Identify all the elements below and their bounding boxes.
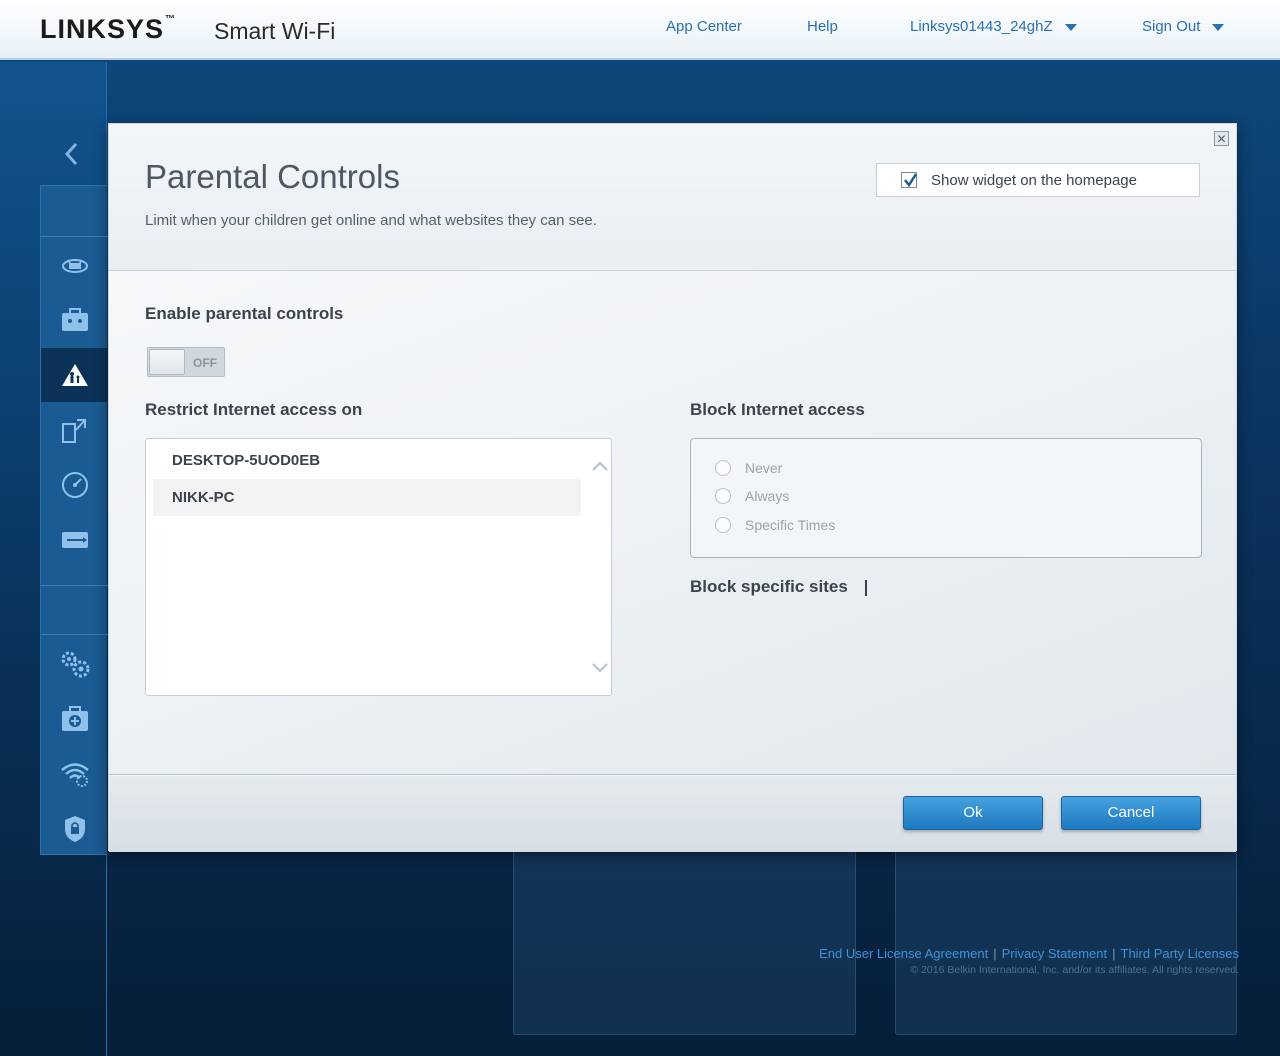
copyright-text: © 2016 Belkin International, Inc. and/or… [910, 964, 1239, 976]
trademark-mark: ™ [165, 14, 177, 25]
restrict-access-label: Restrict Internet access on [145, 400, 363, 419]
radio-label: Never [745, 460, 783, 476]
nav-help[interactable]: Help [807, 18, 838, 35]
block-sites-label: Block specific sites [690, 577, 848, 596]
chevron-down-icon [1064, 23, 1077, 31]
dialog-footer: Ok Cancel [109, 776, 1236, 852]
divider [41, 634, 108, 635]
chevron-down-icon [1212, 23, 1225, 31]
text-cursor [865, 580, 867, 596]
radio-label: Always [745, 488, 790, 504]
device-list[interactable]: DESKTOP-5UOD0EB NIKK-PC [145, 438, 612, 696]
show-widget-label: Show widget on the homepage [931, 171, 1137, 189]
footer-link-privacy[interactable]: Privacy Statement [1002, 946, 1108, 961]
nav-app-center[interactable]: App Center [666, 18, 742, 35]
footer-links: End User License Agreement | Privacy State… [819, 946, 1239, 961]
scroll-up-icon[interactable] [591, 457, 609, 475]
show-widget-option[interactable]: Show widget on the homepage [876, 163, 1200, 197]
background-widget-left [513, 840, 856, 1035]
wireless-icon[interactable] [41, 747, 108, 801]
network-map-icon[interactable] [41, 238, 108, 292]
divider: | [1112, 946, 1116, 961]
device-item[interactable]: NIKK-PC [153, 479, 581, 516]
brand-name: LINKSYS [40, 14, 165, 44]
enable-parental-controls-label: Enable parental controls [145, 304, 344, 323]
parental-controls-toggle[interactable]: OFF [147, 347, 225, 377]
radio-button[interactable] [715, 460, 731, 476]
close-icon[interactable]: ✕ [1214, 131, 1229, 146]
dialog-body: Enable parental controls OFF Restrict In… [109, 271, 1236, 775]
toggle-knob [149, 349, 185, 375]
footer-link-third-party[interactable]: Third Party Licenses [1121, 946, 1240, 961]
block-access-options: Never Always Specific Times [690, 438, 1202, 558]
radio-button[interactable] [715, 488, 731, 504]
toggle-state-label: OFF [193, 356, 217, 370]
parental-controls-icon[interactable] [41, 348, 108, 402]
dialog-subtitle: Limit when your children get online and … [145, 212, 597, 229]
dialog-header: ✕ Parental Controls Limit when your chil… [109, 124, 1236, 271]
divider [41, 585, 108, 586]
footer: End User License Agreement | Privacy State… [819, 946, 1239, 976]
divider [41, 236, 108, 237]
external-storage-icon[interactable] [41, 513, 108, 567]
back-arrow-icon[interactable] [62, 142, 82, 166]
block-access-label: Block Internet access [690, 400, 865, 419]
sidebar-tool-panel [40, 185, 108, 856]
security-icon[interactable] [41, 802, 108, 856]
nav-sign-out[interactable]: Sign Out [1142, 18, 1225, 35]
divider: | [993, 946, 997, 961]
cancel-button[interactable]: Cancel [1061, 796, 1201, 830]
guest-access-icon[interactable] [41, 293, 108, 347]
sidebar [0, 62, 108, 1056]
connectivity-icon[interactable] [41, 637, 108, 691]
scroll-down-icon[interactable] [591, 659, 609, 677]
network-name: Linksys01443_24ghZ [910, 18, 1053, 35]
device-item[interactable]: DESKTOP-5UOD0EB [153, 442, 581, 479]
nav-network-selector[interactable]: Linksys01443_24ghZ [910, 18, 1077, 35]
speed-test-icon[interactable] [41, 458, 108, 512]
linksys-logo[interactable]: LINKSYS™ [40, 14, 176, 45]
checkmark-icon [904, 173, 917, 188]
parental-controls-dialog: ✕ Parental Controls Limit when your chil… [108, 123, 1237, 852]
background-widget-right [895, 840, 1237, 1035]
dialog-title: Parental Controls [145, 158, 400, 195]
top-bar: LINKSYS™ Smart Wi-Fi App Center Help Lin… [0, 0, 1280, 60]
radio-always[interactable]: Always [715, 486, 789, 506]
radio-label: Specific Times [745, 517, 836, 533]
show-widget-checkbox[interactable] [901, 172, 917, 188]
ok-button[interactable]: Ok [903, 796, 1043, 830]
troubleshooting-icon[interactable] [41, 692, 108, 746]
radio-button[interactable] [715, 517, 731, 533]
footer-link-eula[interactable]: End User License Agreement [819, 946, 988, 961]
sign-out-label: Sign Out [1142, 18, 1201, 35]
product-name: Smart Wi-Fi [214, 18, 336, 44]
media-prioritization-icon[interactable] [41, 403, 108, 457]
radio-specific-times[interactable]: Specific Times [715, 515, 835, 535]
radio-never[interactable]: Never [715, 458, 782, 478]
